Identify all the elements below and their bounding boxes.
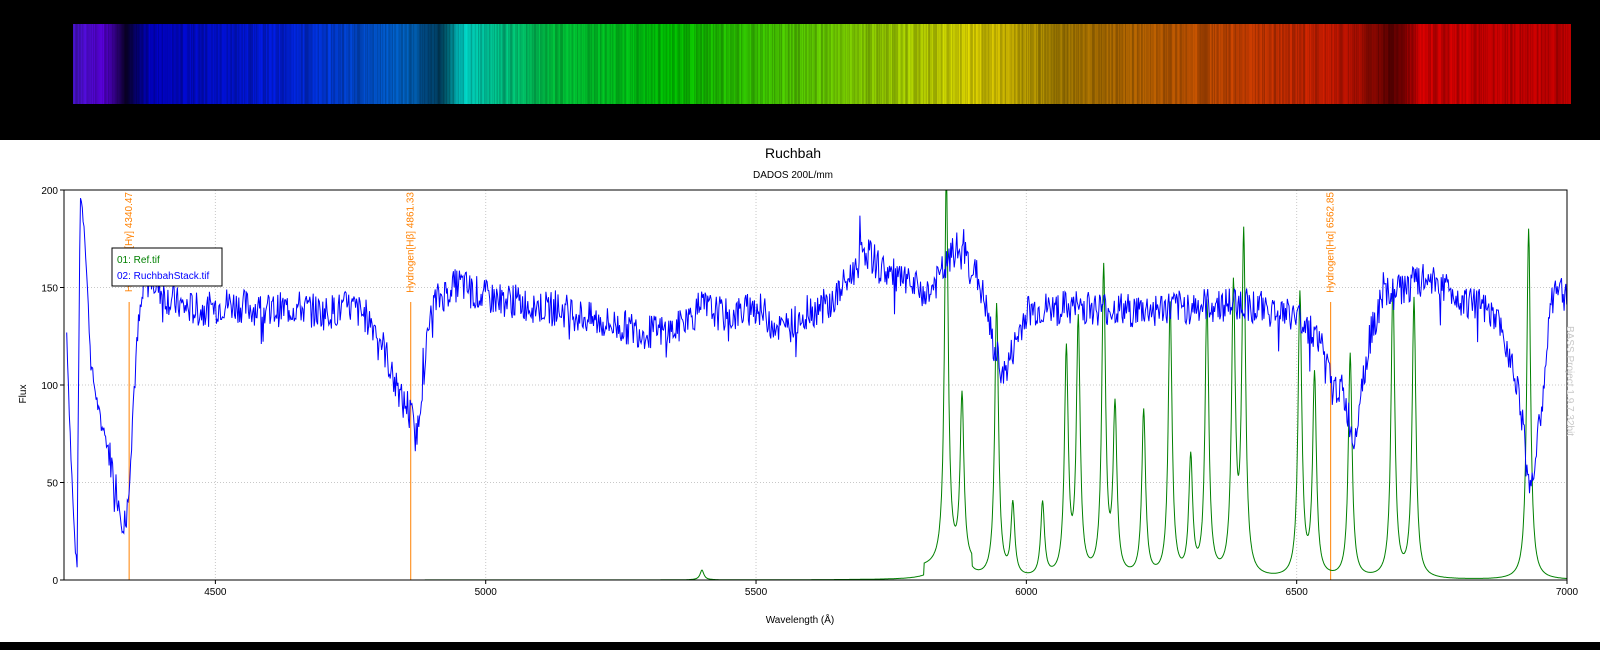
spectrum-chart: Ruchbah DADOS 200L/mm Hydrogen[Hγ] 4340.… — [18, 145, 1579, 626]
x-tick-label: 5500 — [745, 587, 768, 598]
reference-line-label: Hydrogen[Hα] 6562.85 — [1326, 192, 1337, 293]
chart-subtitle: DADOS 200L/mm — [753, 170, 833, 181]
legend-entry-1: 01: Ref.tif — [117, 255, 160, 266]
y-tick-label: 50 — [47, 479, 59, 490]
legend-entry-2: 02: RuchbahStack.tif — [117, 271, 209, 282]
legend: 01: Ref.tif 02: RuchbahStack.tif — [111, 247, 223, 287]
x-tick-label: 5000 — [475, 587, 498, 598]
spectrum-strip — [0, 0, 1600, 140]
tick-layer: 4500 5000 5500 6000 6500 7000 0 50 100 150 200 — [41, 186, 1578, 598]
bottom-bar — [0, 642, 1600, 650]
x-tick-label: 6500 — [1286, 587, 1309, 598]
y-tick-label: 150 — [41, 284, 58, 295]
x-tick-label: 7000 — [1556, 587, 1579, 598]
reference-lines: Hydrogen[Hγ] 4340.47 Hydrogen[Hβ] 4861.33… — [124, 192, 1337, 580]
series-line-stack — [66, 197, 1567, 568]
x-tick-label: 6000 — [1015, 587, 1038, 598]
series-layer — [64, 190, 1567, 580]
y-tick-label: 200 — [41, 186, 58, 197]
spectrum-color-band — [73, 24, 1571, 104]
reference-line-label: Hydrogen[Hβ] 4861.33 — [406, 192, 417, 293]
x-tick-label: 4500 — [204, 587, 227, 598]
y-tick-label: 100 — [41, 381, 58, 392]
x-axis-title: Wavelength (Å) — [766, 613, 835, 626]
y-tick-label: 0 — [52, 576, 58, 587]
chart-title: Ruchbah — [765, 145, 821, 161]
grid-layer — [64, 190, 1567, 580]
plot-panel: Ruchbah DADOS 200L/mm Hydrogen[Hγ] 4340.… — [0, 140, 1600, 642]
watermark: BASS Project 1.9.7 32bit — [1564, 326, 1575, 436]
y-axis-title: Flux — [18, 385, 29, 404]
